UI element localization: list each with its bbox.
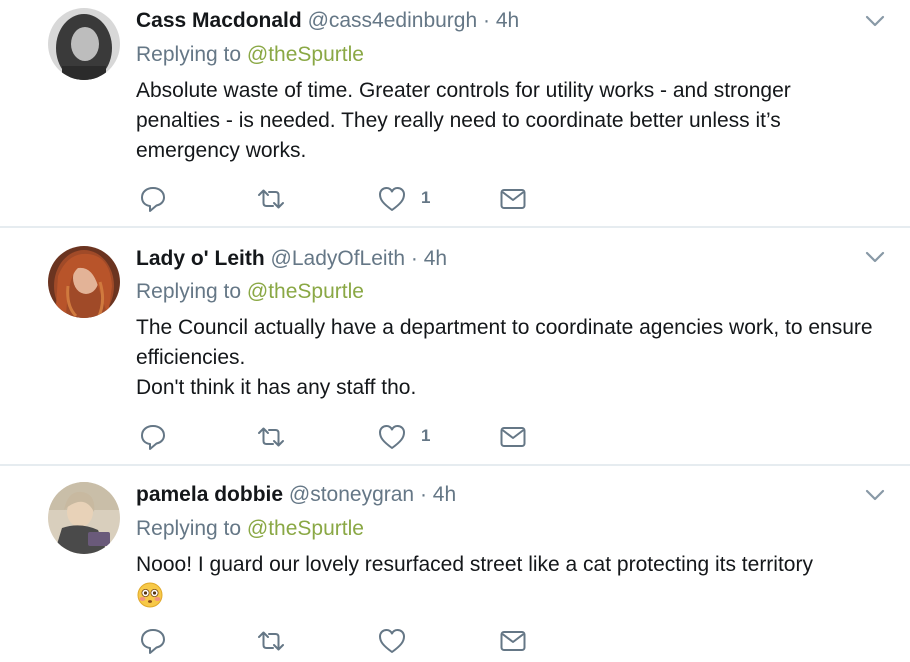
timestamp[interactable]: 4h [433,483,456,506]
separator-dot: · [414,483,433,506]
envelope-icon[interactable] [498,184,528,214]
retweet-icon[interactable] [256,184,286,214]
reply-context: Replying to @theSpurtle [136,42,364,68]
chevron-down-icon[interactable] [862,8,888,34]
author-handle[interactable]: @stoneygran [289,483,414,506]
reply-prefix: Replying to [136,280,247,303]
reply-icon[interactable] [138,422,168,452]
avatar[interactable] [48,482,120,554]
avatar[interactable] [48,8,120,80]
author-name[interactable]: Cass Macdonald [136,9,302,32]
heart-icon[interactable] [377,422,407,452]
reply-context: Replying to @theSpurtle [136,516,364,542]
chevron-down-icon[interactable] [862,244,888,270]
reply-icon[interactable] [138,626,168,656]
tweet-text: Nooo! I guard our lovely resurfaced stre… [136,550,876,610]
flushed-face-emoji [137,582,163,608]
action-bar: 1 [136,184,556,214]
reply-prefix: Replying to [136,517,247,540]
tweet-line: The Council actually have a department t… [136,316,873,369]
reply-mention[interactable]: @theSpurtle [247,280,364,303]
timestamp[interactable]: 4h [496,9,519,32]
author-name[interactable]: pamela dobbie [136,483,283,506]
reply-mention[interactable]: @theSpurtle [247,517,364,540]
envelope-icon[interactable] [498,626,528,656]
avatar[interactable] [48,246,120,318]
separator-dot: · [477,9,496,32]
action-bar: 1 [136,422,556,452]
author-name[interactable]: Lady o' Leith [136,247,265,270]
action-bar [136,626,556,656]
chevron-down-icon[interactable] [862,482,888,508]
heart-icon[interactable] [377,626,407,656]
tweet-line: Absolute waste of time. Greater controls… [136,79,791,162]
retweet-icon[interactable] [256,626,286,656]
separator-dot: · [405,247,424,270]
tweet-3[interactable]: pamela dobbie @stoneygran · 4h Replying … [0,466,910,662]
author-handle[interactable]: @cass4edinburgh [308,9,478,32]
retweet-icon[interactable] [256,422,286,452]
timestamp[interactable]: 4h [424,247,447,270]
author-handle[interactable]: @LadyOfLeith [271,247,406,270]
tweet-1[interactable]: Cass Macdonald @cass4edinburgh · 4h Repl… [0,0,910,226]
reply-mention[interactable]: @theSpurtle [247,43,364,66]
tweet-line: Nooo! I guard our lovely resurfaced stre… [136,553,813,576]
tweet-2[interactable]: Lady o' Leith @LadyOfLeith · 4h Replying… [0,228,910,464]
reply-icon[interactable] [138,184,168,214]
reply-context: Replying to @theSpurtle [136,279,364,305]
like-count: 1 [421,426,431,445]
envelope-icon[interactable] [498,422,528,452]
tweet-line: Don't think it has any staff tho. [136,376,417,399]
tweet-text: Absolute waste of time. Greater controls… [136,76,876,166]
reply-prefix: Replying to [136,43,247,66]
tweet-text: The Council actually have a department t… [136,313,876,403]
heart-icon[interactable] [377,184,407,214]
like-count: 1 [421,188,431,207]
